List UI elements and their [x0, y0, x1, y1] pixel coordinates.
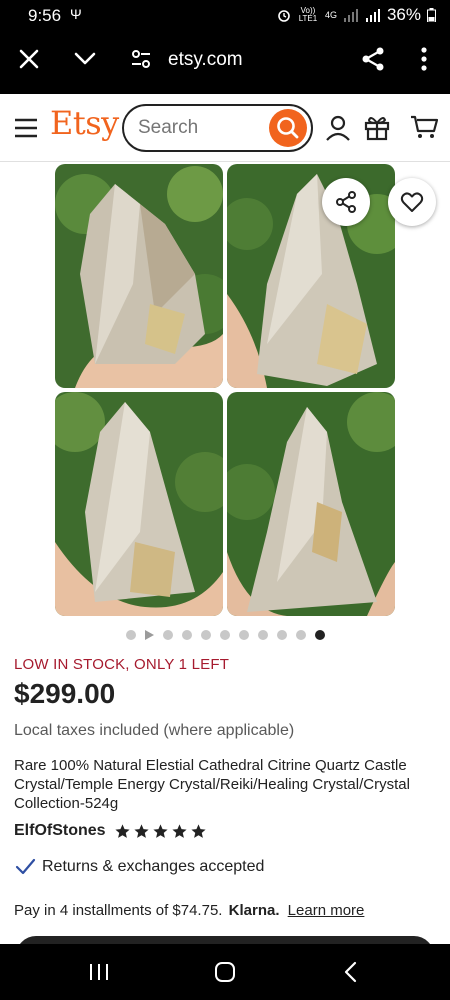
carousel-dot[interactable] — [238, 630, 249, 640]
share-icon — [336, 191, 356, 213]
crystal-image — [227, 392, 395, 616]
taxes-note: Local taxes included (where applicable) — [14, 722, 295, 739]
battery-level: 36% — [386, 5, 421, 24]
alarm-icon — [278, 10, 290, 22]
installments-text: Pay in 4 installments of $74.75. — [14, 902, 223, 919]
learn-more-link[interactable]: Learn more — [288, 902, 365, 919]
crystal-image — [55, 392, 223, 616]
carousel-dot[interactable] — [181, 630, 192, 640]
search-icon — [277, 117, 299, 139]
more-vert-icon[interactable] — [412, 46, 436, 72]
klarna-installments: Pay in 4 installments of $74.75. Klarna.… — [14, 902, 364, 919]
status-time: 9:56 — [28, 6, 62, 25]
crystal-image — [55, 164, 223, 388]
returns-info: Returns & exchanges accepted — [14, 856, 264, 878]
carousel-dot[interactable] — [295, 630, 306, 640]
product-photo[interactable] — [55, 392, 223, 616]
home-icon[interactable] — [214, 961, 236, 983]
gift-icon[interactable] — [363, 113, 391, 141]
carousel-dot-active[interactable] — [314, 630, 325, 640]
share-icon[interactable] — [360, 46, 386, 72]
search-button[interactable] — [269, 109, 307, 147]
star-icon — [114, 823, 130, 838]
carousel-dot[interactable] — [125, 630, 136, 640]
check-icon — [15, 858, 36, 875]
star-icon — [152, 823, 168, 838]
user-icon[interactable] — [325, 114, 351, 142]
volte-label: Vo)) LTE1 — [298, 6, 318, 23]
product-photo[interactable] — [227, 392, 395, 616]
returns-text: Returns & exchanges accepted — [42, 858, 265, 875]
shop-row: ElfOfStones — [14, 822, 207, 840]
favorite-button[interactable] — [388, 178, 436, 226]
share-button[interactable] — [322, 178, 370, 226]
chevron-down-icon[interactable] — [72, 46, 98, 72]
url-bar[interactable]: etsy.com — [168, 49, 243, 71]
search-input[interactable] — [138, 117, 258, 139]
carousel-dot[interactable] — [219, 630, 230, 640]
cart-icon[interactable] — [410, 114, 438, 140]
product-photo[interactable] — [55, 164, 223, 388]
etsy-logo[interactable]: Etsy — [50, 104, 119, 142]
add-to-cart-button[interactable] — [16, 936, 434, 944]
network-label: 4G — [324, 10, 337, 20]
heart-icon — [400, 192, 424, 212]
carousel-dot[interactable] — [257, 630, 268, 640]
status-bar: 9:56 Ψ Vo)) LTE1 4G 36% — [0, 0, 450, 30]
product-photo[interactable] — [227, 164, 395, 388]
star-icon — [133, 823, 149, 838]
site-settings-icon[interactable] — [130, 48, 152, 70]
system-nav-bar — [0, 944, 450, 1000]
hamburger-icon[interactable] — [14, 117, 38, 139]
shop-name-link[interactable]: ElfOfStones — [14, 822, 106, 840]
star-icon — [190, 823, 206, 838]
video-indicator-icon[interactable] — [144, 630, 154, 640]
carousel-pagination — [0, 628, 450, 642]
listing-page: LOW IN STOCK, ONLY 1 LEFT $299.00 Local … — [0, 162, 450, 944]
search-bar[interactable] — [122, 104, 313, 152]
battery-icon — [427, 8, 436, 22]
carousel-dot[interactable] — [276, 630, 287, 640]
browser-toolbar: etsy.com — [0, 30, 450, 94]
carousel-dot[interactable] — [162, 630, 173, 640]
close-icon[interactable] — [16, 46, 42, 72]
signal-icon — [343, 9, 358, 22]
crystal-image — [227, 164, 395, 388]
status-indicators: Vo)) LTE1 4G 36% — [277, 5, 436, 25]
rating-stars[interactable] — [114, 823, 207, 840]
carousel-dot[interactable] — [200, 630, 211, 640]
recent-apps-icon[interactable] — [88, 962, 110, 982]
etsy-header: Etsy — [0, 94, 450, 162]
listing-title: Rare 100% Natural Elestial Cathedral Cit… — [14, 757, 410, 812]
klarna-logo: Klarna. — [228, 902, 280, 919]
usb-icon: Ψ — [70, 6, 82, 22]
stock-notice: LOW IN STOCK, ONLY 1 LEFT — [14, 656, 230, 673]
back-icon[interactable] — [342, 961, 360, 983]
price: $299.00 — [14, 678, 116, 709]
signal-icon — [365, 9, 380, 22]
star-icon — [171, 823, 187, 838]
